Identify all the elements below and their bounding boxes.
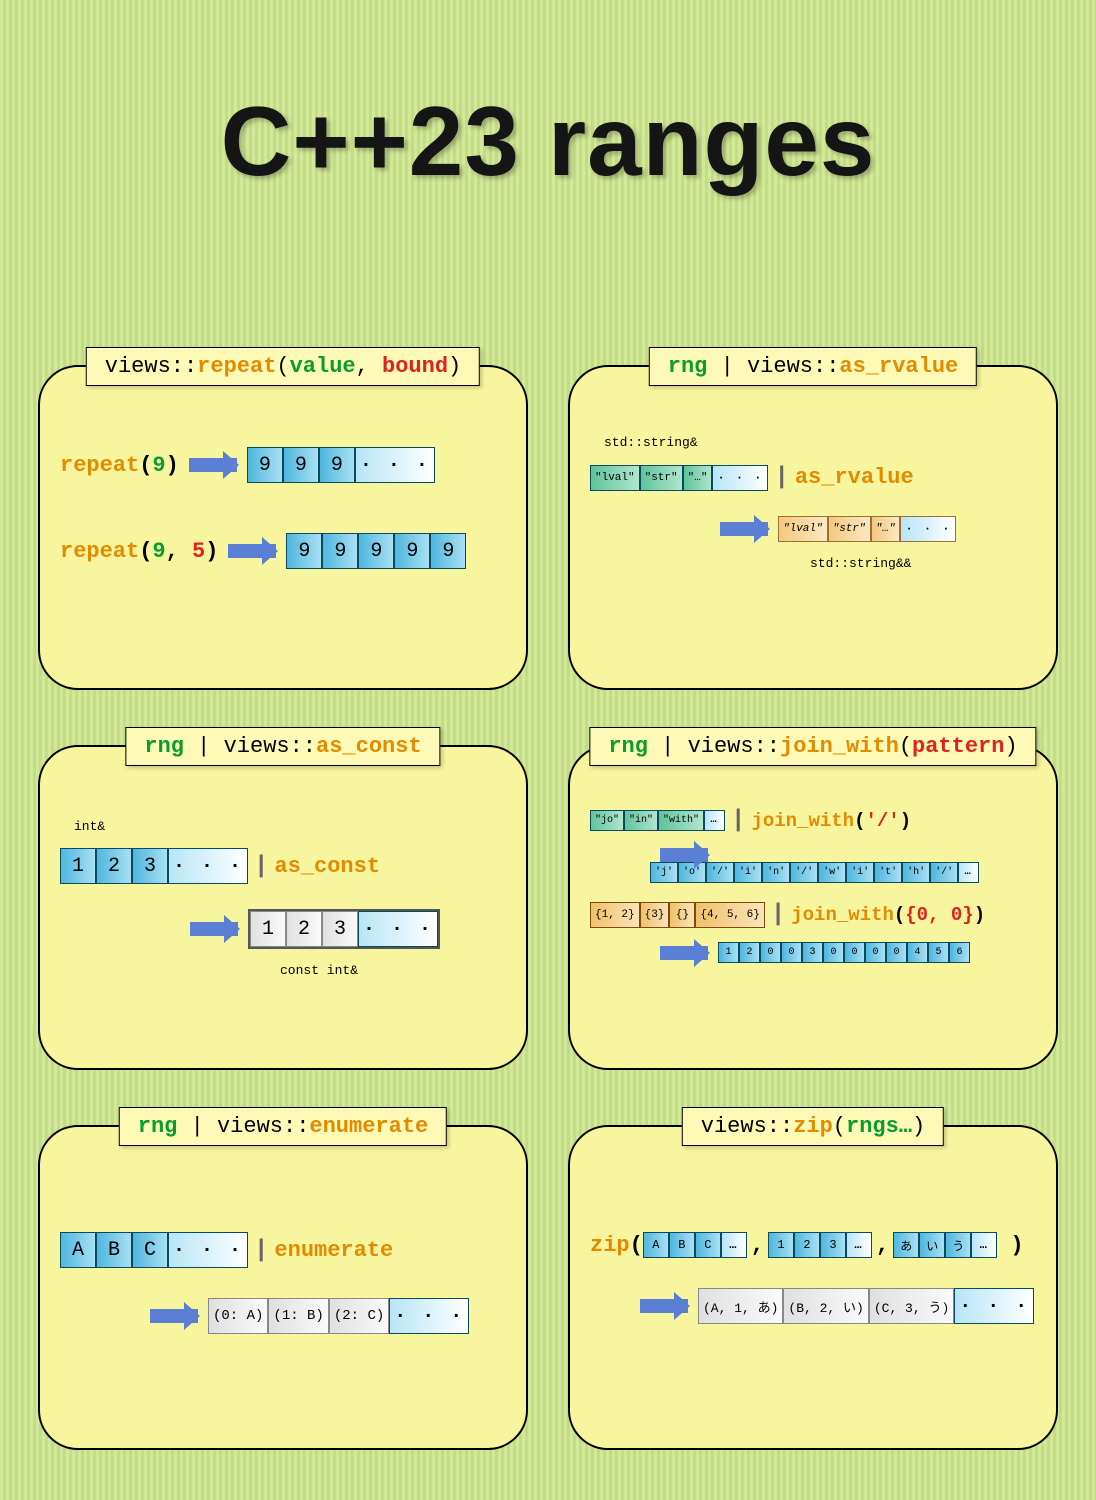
arrow-icon (660, 848, 708, 862)
cell: 'i' (734, 862, 762, 883)
card-enumerate-title: rng | views::enumerate (119, 1107, 447, 1146)
cell: … (958, 862, 979, 883)
arrow-icon (150, 1309, 198, 1323)
cell: 'j' (650, 862, 678, 883)
as-rvalue-output: "lval""str""…"· · · (778, 516, 956, 542)
card-zip: views::zip(rngs…) zip( ABC…, 123…, あいう… … (568, 1125, 1058, 1450)
join-with-ex1-input: "jo""in""with"… (590, 810, 725, 831)
card-repeat: views::repeat(value, bound) repeat(9) 99… (38, 365, 528, 690)
repeat-ex2-output: 99999 (286, 533, 466, 569)
note-output-type: std::string&& (810, 556, 1036, 571)
card-as-rvalue: rng | views::as_rvalue std::string& "lva… (568, 365, 1058, 690)
cell: 0 (865, 942, 886, 963)
zip-rng-1: 123… (768, 1232, 872, 1258)
cell: 0 (781, 942, 802, 963)
cell: 0 (760, 942, 781, 963)
enumerate-input: ABC· · · (60, 1232, 248, 1268)
repeat-ex1-output: 999· · · (247, 447, 435, 483)
note-output-type: const int& (280, 963, 506, 978)
cell: '/' (790, 862, 818, 883)
cell: 5 (928, 942, 949, 963)
cell: 2 (739, 942, 760, 963)
cell: 4 (907, 942, 928, 963)
note-input-type: int& (74, 819, 506, 834)
cell: 'n' (762, 862, 790, 883)
cell: 3 (802, 942, 823, 963)
cell: 0 (844, 942, 865, 963)
card-as-rvalue-title: rng | views::as_rvalue (649, 347, 977, 386)
card-zip-title: views::zip(rngs…) (682, 1107, 944, 1146)
cell: 'w' (818, 862, 846, 883)
cell: う (945, 1232, 971, 1258)
cell: C (695, 1232, 721, 1258)
card-grid: views::repeat(value, bound) repeat(9) 99… (38, 365, 1058, 1450)
card-as-const-title: rng | views::as_const (125, 727, 440, 766)
cell: 0 (823, 942, 844, 963)
cell: 0 (886, 942, 907, 963)
card-join-with-title: rng | views::join_with(pattern) (589, 727, 1036, 766)
card-enumerate: rng | views::enumerate ABC· · · | enumer… (38, 1125, 528, 1450)
cell: 'i' (846, 862, 874, 883)
cell: あ (893, 1232, 919, 1258)
cell: 'h' (902, 862, 930, 883)
card-as-const: rng | views::as_const int& 123· · · | as… (38, 745, 528, 1070)
arrow-icon (228, 544, 276, 558)
cell: B (669, 1232, 695, 1258)
cell: 3 (820, 1232, 846, 1258)
cell: … (971, 1232, 997, 1258)
arrow-icon (660, 946, 708, 960)
cell: … (846, 1232, 872, 1258)
cell: 6 (949, 942, 970, 963)
zip-output: (A, 1, あ)(B, 2, い)(C, 3, う)· · · (698, 1288, 1034, 1324)
enumerate-output: (0: A)(1: B)(2: C)· · · (208, 1298, 469, 1334)
card-join-with: rng | views::join_with(pattern) "jo""in"… (568, 745, 1058, 1070)
as-const-output: 123· · · (248, 909, 440, 949)
cell: '/' (930, 862, 958, 883)
arrow-icon (190, 922, 238, 936)
cell: い (919, 1232, 945, 1258)
as-const-input: 123· · · (60, 848, 248, 884)
join-with-ex2-output: 120030000456 (718, 942, 970, 963)
join-with-ex2-input: {1, 2}{3}{}{4, 5, 6} (590, 902, 765, 928)
cell: … (721, 1232, 747, 1258)
cell: A (643, 1232, 669, 1258)
zip-rng-0: ABC… (643, 1232, 747, 1258)
cell: 2 (794, 1232, 820, 1258)
arrow-icon (720, 522, 768, 536)
cell: 't' (874, 862, 902, 883)
page-title: C++23 ranges (0, 0, 1096, 198)
zip-rng-2: あいう… (893, 1232, 997, 1258)
arrow-icon (189, 458, 237, 472)
cell: 1 (768, 1232, 794, 1258)
as-rvalue-input: "lval""str""…"· · · (590, 465, 768, 491)
arrow-icon (640, 1299, 688, 1313)
card-repeat-title: views::repeat(value, bound) (86, 347, 480, 386)
note-input-type: std::string& (604, 435, 1036, 450)
